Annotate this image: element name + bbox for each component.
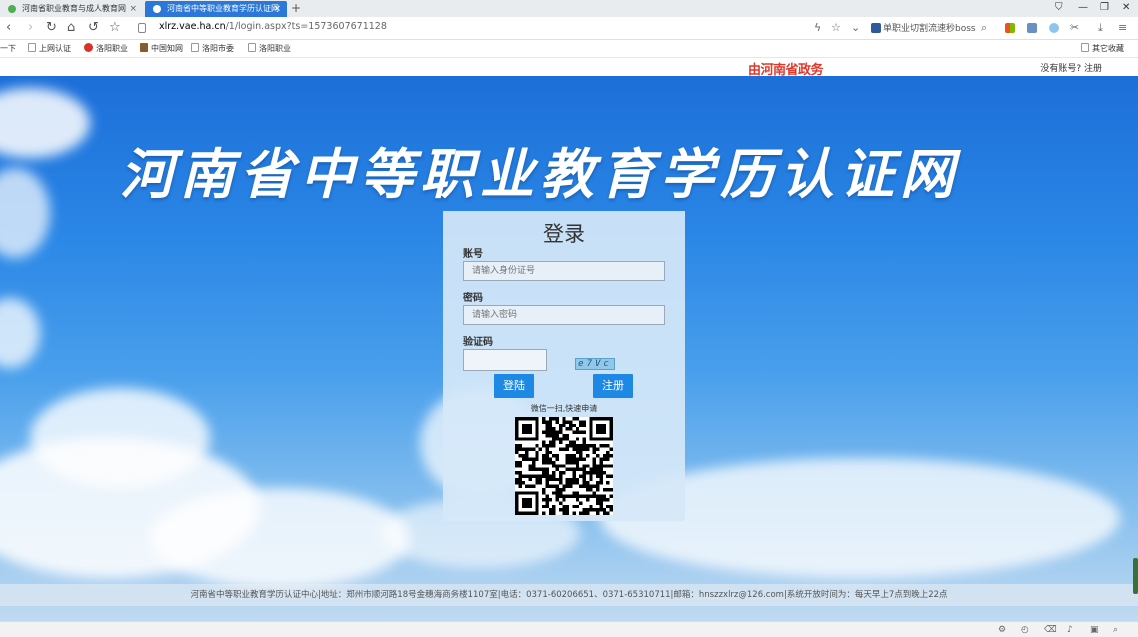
page-icon [248,43,256,52]
site-title: 河南省中等职业教育学历认证网 [120,142,960,206]
account-links: 没有账号? 注册 [1040,61,1102,74]
scrollbar-thumb[interactable] [1133,558,1138,594]
window-icon[interactable]: ▣ [1090,625,1099,635]
security-icon [138,23,146,33]
minimize-icon[interactable]: — [1078,2,1088,13]
other-bookmarks[interactable]: 其它收藏 [1081,42,1124,55]
close-tab-icon[interactable]: × [129,1,137,17]
bookmark-star-icon[interactable]: ☆ [831,20,841,36]
bookmark-item[interactable]: 洛阳市委 [191,42,234,55]
bookmarks-bar: 一下 上网认证 洛阳职业 中国知网 洛阳市委 洛阳职业 其它收藏 [0,40,1138,58]
new-tab-icon[interactable]: + [291,1,301,15]
status-bar: ⚙ ◴ ⌫ ♪ ▣ ⌕ [0,621,1138,637]
account-input[interactable] [463,261,665,281]
page-icon [28,43,36,52]
no-account-text: 没有账号? [1040,64,1082,74]
login-panel: 登录 账号 密码 验证码 e7Vc 登陆 注册 微信一扫,快速申请 [443,211,685,521]
password-input[interactable] [463,305,665,325]
bookmark-item[interactable]: 洛阳职业 [84,42,128,55]
password-label: 密码 [463,293,483,304]
volume-icon[interactable]: ♪ [1067,625,1073,635]
bookmark-item[interactable]: 中国知网 [140,42,183,55]
close-tab-icon[interactable]: × [273,1,281,17]
site-favicon-icon [153,5,161,13]
address-bar: ‹ › ↻ ⌂ ↺ ☆ xlrz.vae.ha.cn/1/login.aspx?… [0,17,1138,40]
login-button[interactable]: 登陆 [494,374,534,398]
forward-icon[interactable]: › [28,20,33,36]
account-label: 账号 [463,249,483,260]
search-box[interactable]: 单职业切割流速秒boss [883,21,976,34]
cloud-decoration [0,88,90,158]
search-icon[interactable]: ⌕ [981,20,987,36]
wechat-qr-code [515,417,613,515]
browser-tab[interactable]: 河南省职业教育与成人教育网 × [0,1,143,17]
cloud-decoration [0,168,50,258]
download-icon[interactable]: ⤓ [1098,20,1103,36]
bookmark-item[interactable]: 洛阳职业 [248,42,291,55]
lightning-icon[interactable]: ϟ [814,20,821,36]
footer-text: 河南省中等职业教育学历认证中心|地址：郑州市顺河路18号金穗海商务楼1107室|… [190,590,948,600]
menu-icon[interactable]: ≡ [1118,20,1127,36]
cloud-decoration [0,298,40,368]
page-icon [191,43,199,52]
browser-tab-active[interactable]: 河南省中等职业教育学历认证网 × [145,1,287,17]
tab-label: 河南省中等职业教育学历认证网 [167,4,279,13]
footer: 河南省中等职业教育学历认证中心|地址：郑州市顺河路18号金穗海商务楼1107室|… [0,584,1138,606]
bookmark-item[interactable]: 一下 [0,42,16,55]
register-button[interactable]: 注册 [593,374,633,398]
apps-icon[interactable] [1005,23,1015,33]
settings-icon[interactable]: ⚙ [998,625,1006,635]
tab-label: 河南省职业教育与成人教育网 [22,4,126,13]
zoom-icon[interactable]: ⌕ [1113,625,1118,635]
back-icon[interactable]: ‹ [6,20,11,36]
tab-bar: 河南省职业教育与成人教育网 × 河南省中等职业教育学历认证网 × + ⛉ — ❐… [0,0,1138,17]
speed-icon[interactable]: ◴ [1021,625,1029,635]
gov-banner[interactable]: 由河南省政务 [748,59,824,78]
top-register-link[interactable]: 注册 [1084,64,1102,74]
page-content: 由河南省政务 没有账号? 注册 河南省中等职业教育学历认证网 登录 账号 密码 … [0,58,1138,637]
login-title: 登录 [543,222,585,246]
site-icon [140,43,148,52]
url-field[interactable]: xlrz.vae.ha.cn/1/login.aspx?ts=157360767… [135,19,865,37]
captcha-input[interactable] [463,349,547,371]
search-engine-icon [871,23,881,33]
bookmark-item[interactable]: 上网认证 [28,42,71,55]
captcha-label: 验证码 [463,337,493,348]
scissors-icon[interactable]: ✂ [1070,20,1079,36]
chevron-down-icon[interactable]: ⌄ [851,20,860,36]
reload-icon[interactable]: ↻ [46,20,57,36]
site-favicon-icon [8,5,16,13]
shirt-icon[interactable]: ⛉ [1055,2,1063,13]
favorite-star-icon[interactable]: ☆ [109,20,121,36]
undo-icon[interactable]: ↺ [88,20,99,36]
close-window-icon[interactable]: ✕ [1122,2,1130,13]
chat-icon[interactable] [1049,23,1059,33]
folder-icon [1081,43,1089,52]
top-strip: 由河南省政务 没有账号? 注册 [0,58,1138,78]
cloud-decoration [150,488,410,588]
wechat-note: 微信一扫,快速申请 [530,404,598,413]
url-text: xlrz.vae.ha.cn/1/login.aspx?ts=157360767… [159,21,387,32]
extension-icon[interactable] [1027,23,1037,33]
trash-icon[interactable]: ⌫ [1044,625,1057,635]
site-icon [84,43,93,52]
captcha-image[interactable]: e7Vc [575,358,615,370]
home-icon[interactable]: ⌂ [67,20,75,36]
restore-icon[interactable]: ❐ [1100,2,1109,13]
